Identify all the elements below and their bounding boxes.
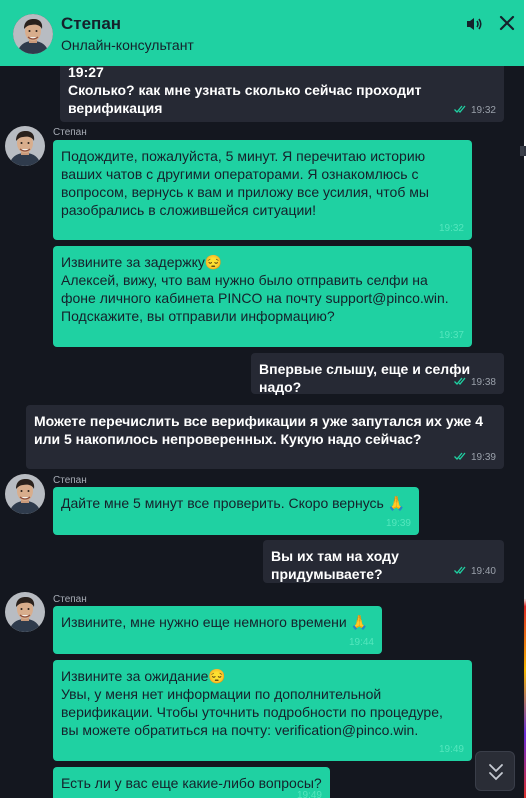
chat-header: Степан Онлайн-консультант bbox=[0, 0, 524, 66]
message-time-value: 19:38 bbox=[470, 377, 496, 388]
close-icon[interactable] bbox=[497, 13, 517, 33]
message-time: 19:37 bbox=[439, 331, 464, 341]
message-text: 19:27 Сколько? как мне узнать сколько се… bbox=[68, 64, 422, 116]
message-text: Есть ли у вас еще какие-либо вопросы? bbox=[61, 775, 322, 791]
message-time: 19:40 bbox=[454, 566, 496, 577]
double-check-icon bbox=[454, 566, 468, 574]
message-time: 19:32 bbox=[439, 224, 464, 234]
message-time-value: 19:37 bbox=[438, 330, 464, 341]
operator-avatar bbox=[13, 14, 53, 54]
operator-message: Дайте мне 5 минут все проверить. Скоро в… bbox=[53, 487, 419, 535]
message-sender: Степан bbox=[53, 594, 87, 605]
message-time-value: 19:44 bbox=[348, 637, 374, 648]
message-time-value: 19:32 bbox=[438, 223, 464, 234]
edge-marker bbox=[520, 146, 526, 156]
message-text: Извините за ожидание😔 Увы, у меня нет ин… bbox=[61, 668, 443, 738]
message-text: Извините, мне нужно еще немного времени … bbox=[61, 614, 369, 630]
scroll-down-button[interactable] bbox=[475, 751, 515, 791]
user-message: Вы их там на ходу придумываете? 19:40 bbox=[263, 540, 504, 583]
double-check-icon bbox=[454, 105, 468, 113]
operator-name: Степан bbox=[61, 14, 122, 33]
operator-message: Извините за задержку😔 Алексей, вижу, что… bbox=[53, 246, 472, 347]
operator-role: Онлайн-консультант bbox=[61, 37, 194, 53]
message-text: Вы их там на ходу придумываете? bbox=[271, 548, 399, 582]
message-time-value: 19:39 bbox=[470, 452, 496, 463]
operator-message: Есть ли у вас еще какие-либо вопросы? 19:… bbox=[53, 767, 330, 798]
message-sender: Степан bbox=[53, 127, 87, 138]
message-text: Подождите, пожалуйста, 5 минут. Я перечи… bbox=[61, 148, 429, 218]
operator-message: Извините, мне нужно еще немного времени … bbox=[53, 606, 382, 654]
message-time-value: 19:39 bbox=[385, 518, 411, 529]
message-time-value: 19:32 bbox=[470, 105, 496, 116]
double-check-icon bbox=[454, 452, 468, 460]
message-time: 19:32 bbox=[454, 105, 496, 116]
message-text: Можете перечислить все верификации я уже… bbox=[34, 413, 483, 447]
message-text: Извините за задержку😔 Алексей, вижу, что… bbox=[61, 254, 449, 324]
operator-message: Подождите, пожалуйста, 5 минут. Я перечи… bbox=[53, 140, 472, 240]
message-text: Дайте мне 5 минут все проверить. Скоро в… bbox=[61, 495, 406, 511]
message-time: 19:38 bbox=[454, 377, 496, 388]
message-time: 19:44 bbox=[349, 638, 374, 648]
operator-message: Извините за ожидание😔 Увы, у меня нет ин… bbox=[53, 660, 472, 761]
message-time-value: 19:40 bbox=[470, 566, 496, 577]
message-time-value: 19:49 bbox=[296, 790, 322, 798]
operator-avatar bbox=[5, 474, 45, 514]
message-sender: Степан bbox=[53, 475, 87, 486]
message-time: 19:49 bbox=[439, 745, 464, 755]
operator-avatar bbox=[5, 126, 45, 166]
double-chevron-down-icon bbox=[489, 764, 503, 781]
message-time: 19:49 bbox=[297, 791, 322, 798]
user-message: Можете перечислить все верификации я уже… bbox=[26, 405, 504, 469]
message-time: 19:39 bbox=[386, 519, 411, 529]
message-time-value: 19:49 bbox=[438, 744, 464, 755]
user-message: Впервые слышу, еще и селфи надо? 19:38 bbox=[251, 353, 504, 395]
operator-avatar bbox=[5, 592, 45, 632]
message-time: 19:39 bbox=[454, 452, 496, 463]
speaker-icon[interactable] bbox=[464, 14, 484, 34]
double-check-icon bbox=[454, 377, 468, 385]
